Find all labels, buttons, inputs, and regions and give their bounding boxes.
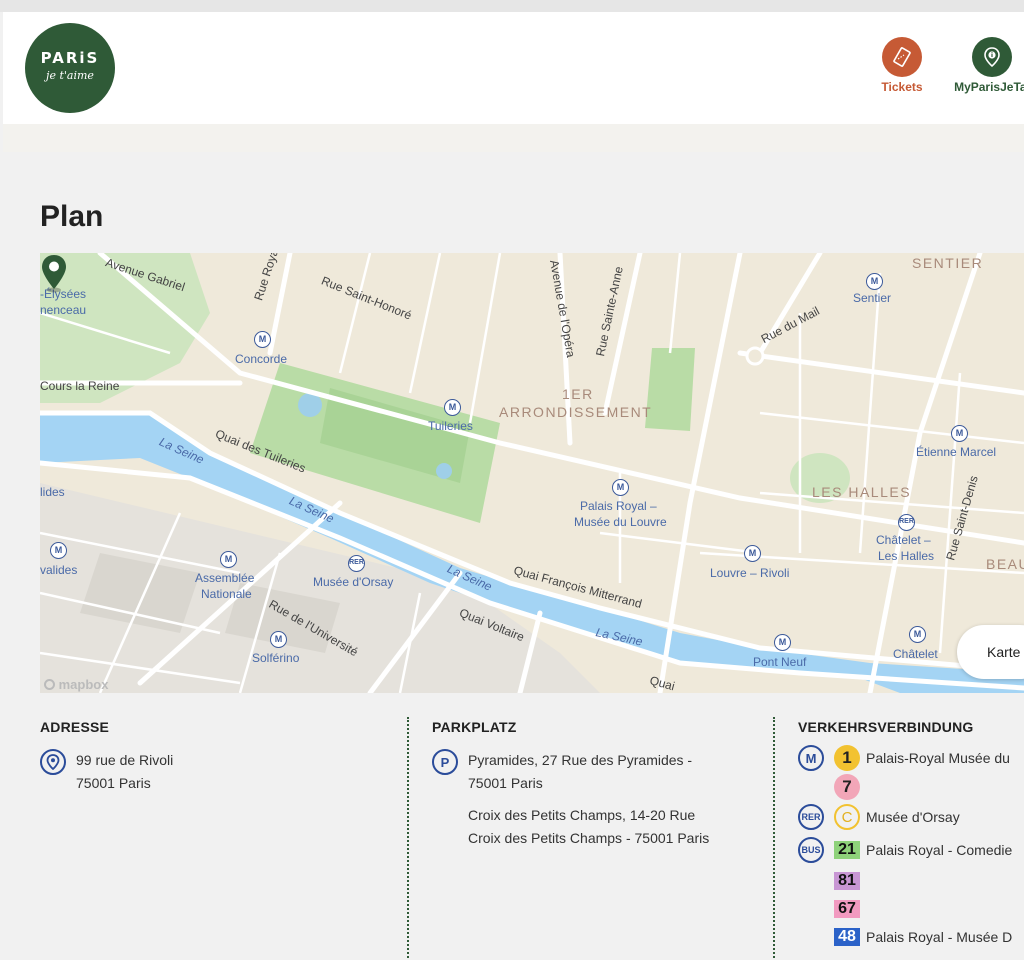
ticket-icon	[882, 37, 922, 77]
map-label-palais-royal: Palais Royal –	[580, 499, 657, 513]
bus-81-badge: 81	[834, 871, 860, 890]
rer-stop-name: Musée d'Orsay	[866, 809, 960, 825]
bus-row: BUS 21 Palais Royal - Comedie	[798, 833, 1024, 867]
logo-text-jetaime: je t'aime	[46, 69, 94, 82]
tickets-button[interactable]: Tickets	[869, 37, 935, 94]
location-pin-icon[interactable]	[40, 253, 68, 293]
map-label-solferino: Solférino	[252, 651, 300, 665]
metro-line-7-badge: 7	[834, 774, 860, 800]
bus-48-row: 48 Palais Royal - Musée D	[798, 923, 1024, 951]
map-label-louvre-rivoli: Louvre – Rivoli	[710, 566, 790, 580]
bus-48-stop-name: Palais Royal - Musée D	[866, 929, 1013, 945]
map-label-sentier-district: SENTIER	[912, 255, 984, 271]
address-line-1: 99 rue de Rivoli	[76, 752, 174, 768]
bus-67-row: 67	[798, 894, 1024, 923]
address-heading: ADRESSE	[40, 719, 110, 735]
map-canvas	[40, 253, 1024, 693]
bus-21-stop-name: Palais Royal - Comedie	[866, 842, 1013, 858]
parking-spacer	[468, 795, 709, 804]
map-label-chatelet-les-halles-2: Les Halles	[878, 549, 935, 563]
parking-heading: PARKPLATZ	[432, 719, 517, 735]
map-label-1er: 1ER	[562, 386, 594, 402]
metro-icon-concorde: M	[254, 331, 271, 348]
address-section: ADRESSE 99 rue de Rivoli 75001 Paris	[40, 717, 400, 795]
map-label-etienne-marcel: Étienne Marcel	[916, 445, 997, 459]
rer-icon-musee-orsay: RER	[348, 555, 365, 572]
map-label-musee-louvre: Musée du Louvre	[574, 515, 667, 529]
metro-icon-solferino: M	[270, 631, 287, 648]
map-label-chatelet: Châtelet	[893, 647, 938, 661]
mapbox-logo-icon	[44, 679, 55, 690]
map-label-arrondissement: ARRONDISSEMENT	[499, 404, 653, 420]
map-label-assemblee-1: Assemblée	[195, 571, 255, 585]
map-label-concorde: Concorde	[235, 352, 288, 366]
logo-text-paris: PARiS	[40, 49, 100, 67]
map-label-beau: BEAU	[986, 556, 1024, 572]
map-label-tuileries: Tuileries	[428, 419, 473, 433]
parking-1-line-1: Pyramides, 27 Rue des Pyramides -	[468, 752, 693, 768]
page-title: Plan	[40, 200, 104, 233]
metro-row: M 1 Palais-Royal Musée du	[798, 743, 1024, 773]
metro-icon-invalides: M	[50, 542, 67, 559]
map-toggle-label: Karte	[987, 644, 1021, 660]
metro-stop-name: Palais-Royal Musée du	[866, 750, 1010, 766]
parking-section: PARKPLATZ P Pyramides, 27 Rue des Pyrami…	[407, 717, 767, 960]
metro-icon-tuileries: M	[444, 399, 461, 416]
metro-icon-louvre-rivoli: M	[744, 545, 761, 562]
address-text: 99 rue de Rivoli 75001 Paris	[76, 749, 173, 795]
metro-icon-pont-neuf: M	[774, 634, 791, 651]
map-label-sentier: Sentier	[853, 291, 892, 305]
location-icon	[40, 749, 66, 775]
map-label-clemenceau: nenceau	[40, 303, 87, 317]
map-label-chatelet-les-halles-1: Châtelet –	[876, 533, 931, 547]
metro-icon-chatelet: M	[909, 626, 926, 643]
bus-81-row: 81	[798, 867, 1024, 894]
parking-text: Pyramides, 27 Rue des Pyramides - 75001 …	[468, 749, 709, 850]
myparisjetaime-button[interactable]: MyParisJeTai	[937, 37, 1024, 94]
map-label-pont-neuf: Pont Neuf	[753, 655, 807, 669]
metro-icon-assemblee: M	[220, 551, 237, 568]
mapbox-attribution[interactable]: mapbox	[44, 677, 108, 692]
rer-row: RER C Musée d'Orsay	[798, 801, 1024, 833]
map-label-musee-orsay: Musée d'Orsay	[313, 575, 394, 589]
map-label-les-halles: LES HALLES	[812, 484, 912, 500]
parking-icon: P	[432, 749, 458, 775]
metro-icon: M	[798, 745, 824, 771]
rer-icon: RER	[798, 804, 824, 830]
map-label-cours-la-reine: Cours la Reine	[40, 379, 120, 393]
metro-icon-etienne-marcel: M	[951, 425, 968, 442]
mapbox-text: mapbox	[58, 677, 109, 692]
map-label-invalides: valides	[40, 563, 78, 577]
header-band	[3, 124, 1024, 152]
transport-section: VERKEHRSVERBINDUNG M 1 Palais-Royal Musé…	[773, 717, 1024, 960]
bus-icon: BUS	[798, 837, 824, 863]
tickets-label: Tickets	[881, 80, 923, 94]
metro-row-2: 7	[798, 773, 1024, 801]
bus-67-badge: 67	[834, 899, 860, 918]
browser-top-strip	[0, 0, 1024, 12]
parking-row: P Pyramides, 27 Rue des Pyramides - 7500…	[432, 749, 767, 850]
map-toggle-button[interactable]: Karte	[957, 625, 1024, 679]
site-header: PARiS je t'aime Tickets MyParisJeTai	[3, 12, 1024, 124]
rer-icon-chatelet: RER	[898, 514, 915, 531]
info-pin-icon	[972, 37, 1012, 77]
address-line-2: 75001 Paris	[76, 775, 151, 791]
metro-icon-sentier: M	[866, 273, 883, 290]
bus-21-badge: 21	[834, 841, 860, 859]
parking-1-line-2: 75001 Paris	[468, 775, 543, 791]
map-view[interactable]: SENTIER M Sentier Avenue Gabriel Rue Roy…	[40, 253, 1024, 693]
address-row: 99 rue de Rivoli 75001 Paris	[40, 749, 400, 795]
bus-48-badge: 48	[834, 928, 860, 946]
paris-je-taime-logo[interactable]: PARiS je t'aime	[25, 23, 115, 113]
map-label-invalides-top: lides	[40, 485, 65, 499]
metro-line-1-badge: 1	[834, 745, 860, 771]
metro-icon-palais-royal: M	[612, 479, 629, 496]
map-label-assemblee-2: Nationale	[201, 587, 252, 601]
parking-2-line-1: Croix des Petits Champs, 14-20 Rue	[468, 807, 696, 823]
transport-heading: VERKEHRSVERBINDUNG	[798, 719, 974, 735]
parking-2-line-2: Croix des Petits Champs - 75001 Paris	[468, 830, 710, 846]
rer-line-c-badge: C	[834, 804, 860, 830]
myparisjetaime-label: MyParisJeTai	[954, 80, 1024, 94]
